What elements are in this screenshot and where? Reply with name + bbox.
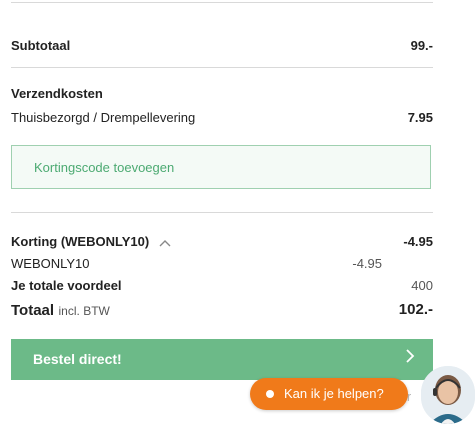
order-now-label: Bestel direct!	[33, 351, 122, 367]
total-suffix: incl. BTW	[58, 304, 110, 318]
discount-value: -4.95	[403, 234, 433, 249]
order-now-button[interactable]: Bestel direct!	[11, 339, 433, 380]
discount-toggle[interactable]: Korting (WEBONLY10)	[11, 234, 171, 250]
chevron-right-icon	[405, 348, 415, 369]
subtotal-label: Subtotaal	[11, 38, 71, 53]
total-label: Totaal	[11, 302, 55, 319]
savings-value: 400	[411, 278, 433, 293]
shipping-method: Thuisbezorgd / Drempellevering	[11, 110, 196, 125]
top-divider	[11, 2, 433, 3]
dot-icon	[266, 390, 274, 398]
discount-label: Korting (WEBONLY10)	[11, 234, 150, 249]
agent-avatar-icon	[421, 366, 475, 424]
chat-help-label: Kan ik je helpen?	[284, 386, 384, 401]
shipping-value: 7.95	[407, 110, 433, 125]
divider	[11, 67, 433, 68]
chat-help-button[interactable]: Kan ik je helpen?	[250, 378, 408, 410]
shipping-label: Verzendkosten	[11, 86, 103, 101]
total-value: 102.-	[398, 301, 433, 318]
discount-code: WEBONLY10	[11, 256, 90, 271]
chevron-up-icon	[159, 235, 171, 250]
discount-code-value: -4.95	[352, 256, 382, 271]
agent-avatar[interactable]	[421, 366, 475, 424]
subtotal-value: 99.-	[410, 38, 433, 53]
add-coupon-button[interactable]: Kortingscode toevoegen	[11, 145, 431, 189]
savings-label: Je totale voordeel	[11, 278, 122, 293]
total-row: Totaal incl. BTW	[11, 302, 110, 320]
add-coupon-label: Kortingscode toevoegen	[34, 160, 175, 175]
divider	[11, 212, 433, 213]
